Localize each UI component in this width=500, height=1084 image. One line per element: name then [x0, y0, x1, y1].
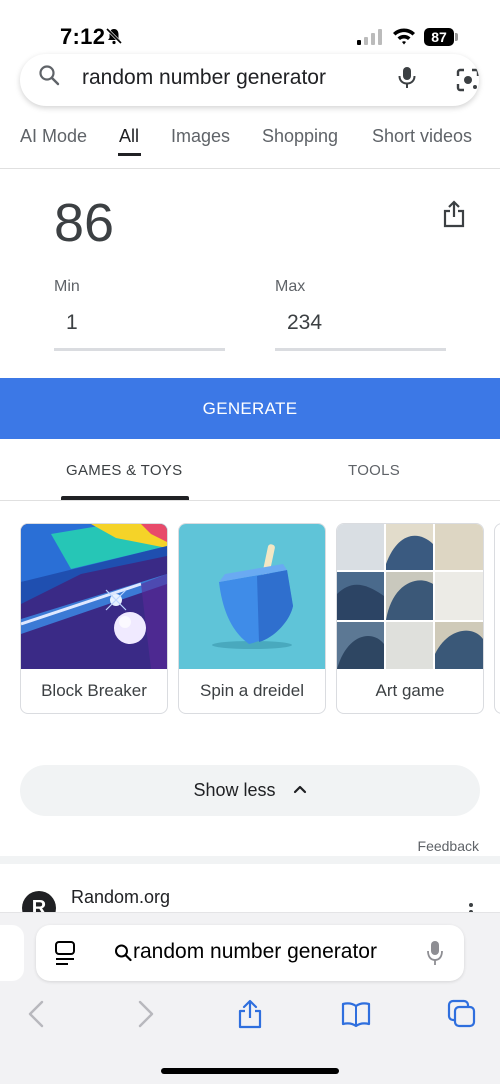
search-query[interactable]: random number generator — [82, 66, 326, 90]
google-lens-icon[interactable] — [456, 68, 479, 92]
bookmarks-icon[interactable] — [341, 999, 371, 1029]
microphone-icon[interactable] — [396, 66, 418, 90]
show-less-button[interactable]: Show less — [20, 765, 480, 816]
search-icon — [115, 944, 132, 962]
previous-tab-preview[interactable] — [0, 925, 24, 981]
min-label: Min — [54, 278, 80, 295]
result-site-name[interactable]: Random.org — [71, 887, 170, 908]
address-text[interactable]: random number generator — [133, 940, 377, 964]
search-bar[interactable]: random number generator — [20, 54, 479, 106]
tab-short-videos[interactable]: Short videos — [372, 126, 472, 147]
block-breaker-thumbnail — [21, 524, 167, 669]
status-time: 7:12 — [60, 24, 106, 49]
game-card-art-game[interactable]: Art game — [336, 523, 484, 714]
divider — [0, 500, 500, 501]
page-menu-icon[interactable] — [54, 940, 76, 966]
divider — [0, 168, 500, 169]
art-game-thumbnail — [337, 524, 483, 669]
wifi-icon — [393, 28, 415, 45]
forward-icon[interactable] — [130, 999, 160, 1029]
search-icon — [39, 65, 60, 86]
generate-button[interactable]: GENERATE — [0, 378, 500, 439]
battery-tip — [455, 33, 458, 41]
min-input[interactable]: 1 — [66, 311, 78, 335]
tabs-icon[interactable] — [447, 999, 477, 1029]
max-input-underline — [275, 348, 446, 351]
tab-ai-mode[interactable]: AI Mode — [20, 126, 87, 147]
bell-slash-icon — [105, 27, 123, 45]
max-label: Max — [275, 278, 306, 295]
microphone-icon[interactable] — [426, 939, 444, 967]
share-icon[interactable] — [442, 200, 466, 228]
back-icon[interactable] — [22, 999, 52, 1029]
tab-tools[interactable]: TOOLS — [348, 462, 400, 479]
tab-all[interactable]: All — [119, 126, 139, 147]
tab-shopping[interactable]: Shopping — [262, 126, 338, 147]
share-icon[interactable] — [235, 999, 265, 1029]
browser-toolbar: random number generator — [0, 912, 500, 1084]
home-indicator — [161, 1068, 339, 1074]
tab-images[interactable]: Images — [171, 126, 230, 147]
tab-games-toys[interactable]: GAMES & TOYS — [66, 462, 182, 479]
dreidel-thumbnail — [179, 524, 325, 669]
cellular-signal-icon — [357, 29, 382, 45]
battery-indicator: 87 — [424, 28, 454, 46]
game-card-peek — [494, 523, 500, 714]
game-card-label: Art game — [375, 681, 445, 700]
max-input[interactable]: 234 — [287, 311, 322, 335]
chevron-up-icon — [293, 786, 306, 794]
search-tabs: AI Mode All Images Shopping Short videos — [0, 120, 500, 168]
game-card-dreidel[interactable]: Spin a dreidel — [178, 523, 326, 714]
active-tab-indicator — [118, 153, 141, 156]
address-bar[interactable]: random number generator — [36, 925, 464, 981]
min-input-underline — [54, 348, 225, 351]
feedback-link[interactable]: Feedback — [418, 838, 479, 854]
show-less-label: Show less — [193, 780, 276, 800]
rng-result: 86 — [54, 193, 115, 253]
game-card-label: Spin a dreidel — [200, 681, 304, 700]
section-divider — [0, 856, 500, 864]
game-card-block-breaker[interactable]: Block Breaker — [20, 523, 168, 714]
game-card-label: Block Breaker — [41, 681, 147, 700]
